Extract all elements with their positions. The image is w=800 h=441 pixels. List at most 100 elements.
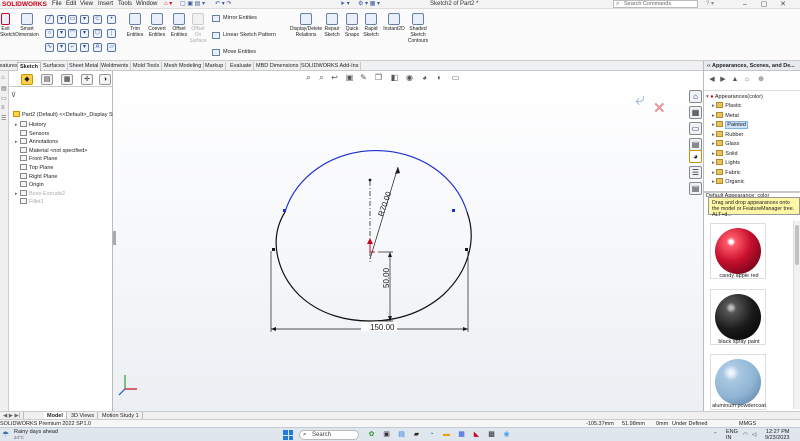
sketch-point[interactable] (452, 209, 455, 212)
shaded-sketch-contours-button[interactable]: Shaded Sketch Contours (406, 13, 430, 44)
convert-entities-button[interactable]: Convert Entities (146, 13, 168, 38)
custom-properties-icon[interactable]: ☰ (689, 166, 702, 179)
help-icon[interactable]: ? ▾ (703, 0, 717, 9)
tree-item[interactable]: ▸ Annotations (15, 138, 58, 146)
trim-entities-button[interactable]: Trim Entities (124, 13, 146, 38)
menu-view[interactable]: View (80, 0, 93, 9)
volume-icon[interactable]: ◁ (752, 432, 756, 438)
arc-center-point[interactable] (368, 178, 372, 182)
home-icon[interactable]: ⌂ (1, 75, 5, 81)
appearances-root[interactable]: ▾ ● Appearances(color) (706, 93, 763, 101)
tree-item[interactable]: Front Plane (15, 155, 57, 163)
dropdown-arrow-icon[interactable]: ▾ (57, 43, 66, 52)
undo-icon[interactable]: ↶ ▾ ↷ (215, 0, 231, 9)
sketch-point[interactable] (283, 209, 286, 212)
tab-mesh-modeling[interactable]: Mesh Modeling (162, 62, 205, 71)
radius-dimension-label[interactable]: R70.00 (376, 190, 393, 218)
tray-overflow-icon[interactable]: ⌃ (713, 432, 718, 438)
tree-item[interactable]: ▸ Boss-Extrude2 (15, 189, 65, 198)
dropdown-arrow-icon[interactable]: ▾ (80, 43, 89, 52)
arc-tool-icon[interactable]: ◠ (68, 29, 77, 38)
sketch-lower-curve[interactable] (275, 211, 472, 322)
smart-dimension-button[interactable]: Smart Dimension (14, 13, 40, 38)
back-icon[interactable]: ◀ (707, 75, 717, 85)
circle-tool-icon[interactable]: ○ (45, 29, 54, 38)
edge-icon[interactable]: ◔ (426, 430, 437, 440)
appearance-folder[interactable]: ▸ Metal (712, 111, 739, 120)
tree-item[interactable]: Sensors (15, 129, 49, 138)
sketch-point[interactable] (465, 248, 468, 251)
solidworks-taskbar-icon[interactable]: ◣ (471, 430, 482, 440)
rebuild-icon[interactable]: ⚙ ▾ ▦ ▾ (358, 0, 380, 9)
tree-item[interactable]: Material <not specified> (15, 146, 87, 155)
tab-evaluate[interactable]: Evaluate (228, 62, 255, 71)
text-tool-icon[interactable]: A (93, 43, 102, 52)
appearance-folder[interactable]: ▸ Plastic (712, 102, 742, 110)
up-icon[interactable]: ▲ (730, 75, 740, 85)
appearance-folder[interactable]: ▸ Painted (712, 121, 748, 129)
rectangle-tool-icon[interactable]: ▭ (68, 15, 77, 24)
dropdown-arrow-icon[interactable]: ▾ (57, 15, 66, 24)
weather-icon[interactable]: ☂ (2, 430, 12, 439)
terminal-icon[interactable]: ▰ (411, 430, 422, 440)
rapid-sketch-button[interactable]: Rapid Sketch (361, 13, 381, 38)
app-icon[interactable]: ◉ (501, 430, 512, 440)
new-file-icon[interactable]: ▢ ▣ ▤ ▾ (180, 0, 205, 9)
appearance-folder[interactable]: ▸ Fabric (712, 168, 741, 177)
point-tool-icon[interactable]: • (107, 15, 116, 24)
mirror-entities-button[interactable]: Mirror Entities (212, 14, 257, 23)
menu-edit[interactable]: Edit (66, 0, 76, 9)
dropdown-arrow-icon[interactable]: ▾ (80, 15, 89, 24)
widget-icon[interactable]: ✿ (366, 430, 377, 440)
tab-weldments[interactable]: Weldments (99, 62, 132, 71)
file-explorer-icon[interactable]: ▬ (441, 430, 452, 440)
polygon-tool-icon[interactable]: ⬡ (93, 29, 102, 38)
forward-icon[interactable]: ▶ (718, 75, 728, 85)
move-entities-button[interactable]: Move Entities (212, 48, 256, 57)
exit-sketch-button[interactable]: Exit Sketch (0, 13, 15, 38)
centerline-tool-icon[interactable]: ┊ (107, 29, 116, 38)
pin-icon[interactable]: ⊕ (756, 75, 766, 85)
dropdown-arrow-icon[interactable]: ▾ (57, 29, 66, 38)
spline-tool-icon[interactable]: ∿ (45, 43, 54, 52)
slot-tool-icon[interactable]: ⊂ (93, 15, 102, 24)
app-icon[interactable]: ▩ (486, 430, 497, 440)
tab-mbd-dimensions[interactable]: MBD Dimensions (254, 62, 302, 71)
tree-root-part[interactable]: Part2 (Default) <<Default>_Display St (13, 111, 114, 119)
close-window-button[interactable]: ✕ (776, 0, 790, 9)
swatch-black-spray-paint[interactable] (710, 289, 766, 345)
sketch-canvas[interactable]: R70.00 50.00 150.00 (113, 71, 703, 411)
layers-icon[interactable]: ≡ (1, 105, 5, 111)
store-icon[interactable]: ▦ (456, 430, 467, 440)
folder-icon[interactable]: ▭ (1, 95, 7, 102)
search-commands-input[interactable]: ⌕ Search Commands (613, 0, 698, 8)
scrollbar-thumb[interactable] (795, 225, 799, 265)
document-icon[interactable]: ▤ (1, 85, 7, 92)
graphics-area[interactable]: ⌕ ⌕ ↩ ▣ ✎ ❒ ◧ ◉ ◕ ◐ ▭ ⤶ ✕ R70.00 50.00 1… (113, 71, 703, 411)
scrollbar[interactable] (793, 221, 800, 409)
minimize-button[interactable]: – (738, 0, 752, 9)
appearance-folder[interactable]: ▸ Glass (712, 140, 739, 148)
sketch-point[interactable] (272, 248, 275, 251)
home-icon[interactable]: ⌂ (742, 75, 752, 85)
property-manager-tab-icon[interactable]: ▤ (41, 74, 53, 85)
plane-tool-icon[interactable]: ▱ (107, 43, 116, 52)
display-manager-tab-icon[interactable]: ◑ (99, 74, 111, 85)
select-pointer-icon[interactable]: ➤ ▾ (340, 0, 350, 9)
menu-file[interactable]: File (52, 0, 62, 9)
forum-icon[interactable]: ▤ (689, 182, 702, 195)
list-icon[interactable]: ☰ (1, 115, 6, 122)
fillet-tool-icon[interactable]: ⌐ (68, 43, 77, 52)
tab-surfaces[interactable]: Surfaces (41, 62, 68, 71)
offset-on-surface-button[interactable]: Offset On Surface (189, 13, 207, 44)
appearances-icon[interactable]: ◕ (689, 150, 702, 163)
appearance-folder[interactable]: ▸ Solid (712, 149, 738, 158)
tree-item[interactable]: Top Plane (15, 164, 53, 172)
sketch-arc[interactable] (284, 150, 468, 213)
start-button-icon[interactable] (283, 430, 293, 440)
offset-entities-button[interactable]: Offset Entities (168, 13, 190, 38)
appearance-folder[interactable]: ▸ Rubber (712, 130, 743, 139)
quick-snaps-button[interactable]: Quick Snaps (342, 13, 362, 38)
task-view-icon[interactable]: ▣ (381, 430, 392, 440)
chat-icon[interactable]: ▤ (396, 430, 407, 440)
